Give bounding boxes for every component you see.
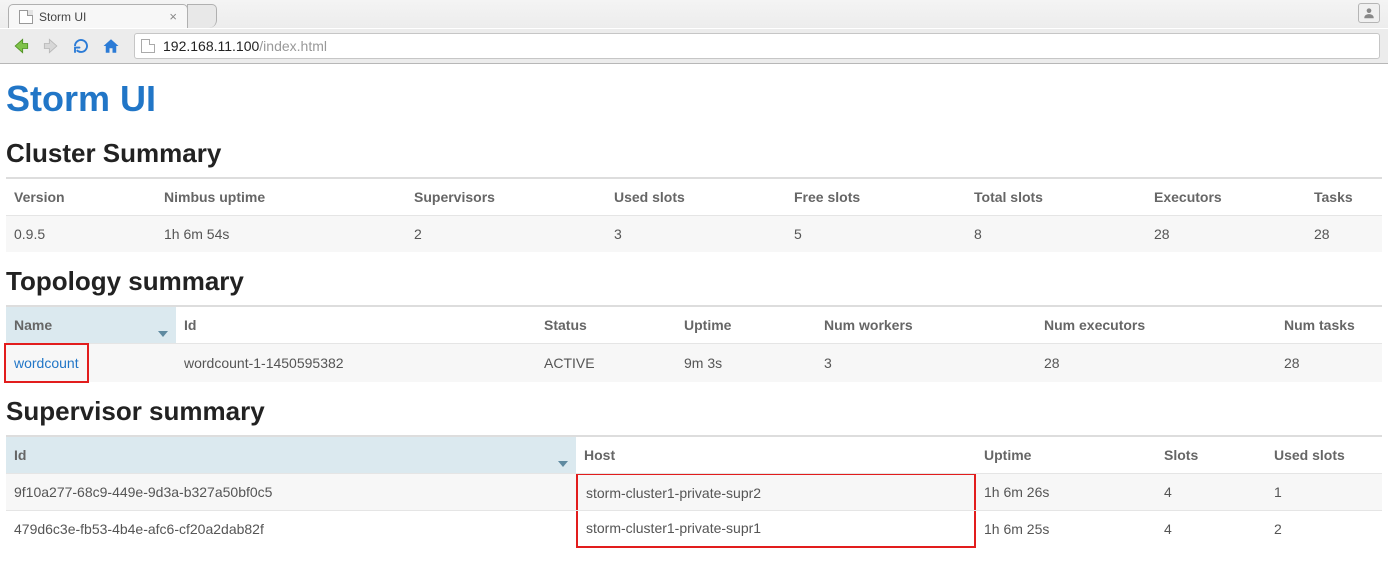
col-name[interactable]: Name	[6, 306, 176, 344]
cell-executors: 28	[1036, 344, 1276, 383]
cluster-summary-heading: Cluster Summary	[6, 138, 1382, 169]
cell-host: storm-cluster1-private-supr1	[576, 511, 976, 548]
cell-id: 9f10a277-68c9-449e-9d3a-b327a50bf0c5	[6, 474, 576, 511]
col-executors[interactable]: Num executors	[1036, 306, 1276, 344]
col-status[interactable]: Status	[536, 306, 676, 344]
col-host[interactable]: Host	[576, 436, 976, 474]
cell-uptime: 1h 6m 25s	[976, 511, 1156, 548]
page-icon	[141, 39, 155, 53]
col-uptime[interactable]: Uptime	[976, 436, 1156, 474]
cell-nimbus-uptime: 1h 6m 54s	[156, 216, 406, 253]
cell-slots: 4	[1156, 474, 1266, 511]
cell-used: 1	[1266, 474, 1382, 511]
cell-used: 2	[1266, 511, 1382, 548]
cell-workers: 3	[816, 344, 1036, 383]
cell-slots: 4	[1156, 511, 1266, 548]
cell-used-slots: 3	[606, 216, 786, 253]
col-slots[interactable]: Slots	[1156, 436, 1266, 474]
back-button[interactable]	[8, 34, 34, 58]
cell-uptime: 9m 3s	[676, 344, 816, 383]
supervisor-summary-table: Id Host Uptime Slots Used slots 9f10a277…	[6, 435, 1382, 547]
tab-strip: Storm UI ×	[0, 0, 1388, 28]
table-row: 479d6c3e-fb53-4b4e-afc6-cf20a2dab82f sto…	[6, 511, 1382, 548]
col-uptime[interactable]: Uptime	[676, 306, 816, 344]
url-bar[interactable]: 192.168.11.100/index.html	[134, 33, 1380, 59]
cell-version: 0.9.5	[6, 216, 156, 253]
cell-tasks: 28	[1306, 216, 1382, 253]
cell-host: storm-cluster1-private-supr2	[576, 474, 976, 511]
page-icon	[19, 10, 33, 24]
cell-tasks: 28	[1276, 344, 1382, 383]
col-version[interactable]: Version	[6, 178, 156, 216]
cell-supervisors: 2	[406, 216, 606, 253]
col-used-slots[interactable]: Used slots	[1266, 436, 1382, 474]
table-row: 0.9.5 1h 6m 54s 2 3 5 8 28 28	[6, 216, 1382, 253]
supervisor-summary-heading: Supervisor summary	[6, 396, 1382, 427]
url-host: 192.168.11.100	[163, 38, 259, 54]
col-used-slots[interactable]: Used slots	[606, 178, 786, 216]
col-tasks[interactable]: Num tasks	[1276, 306, 1382, 344]
cell-id: 479d6c3e-fb53-4b4e-afc6-cf20a2dab82f	[6, 511, 576, 548]
home-button[interactable]	[98, 34, 124, 58]
tab-title: Storm UI	[39, 10, 86, 24]
cell-total-slots: 8	[966, 216, 1146, 253]
sort-desc-icon	[558, 461, 568, 467]
col-executors[interactable]: Executors	[1146, 178, 1306, 216]
topology-summary-table: Name Id Status Uptime Num workers Num ex…	[6, 305, 1382, 382]
cell-name: wordcount	[6, 344, 176, 383]
col-tasks[interactable]: Tasks	[1306, 178, 1382, 216]
tab-close-icon[interactable]: ×	[169, 9, 177, 24]
topology-summary-heading: Topology summary	[6, 266, 1382, 297]
cell-free-slots: 5	[786, 216, 966, 253]
nav-toolbar: 192.168.11.100/index.html	[0, 28, 1388, 63]
col-supervisors[interactable]: Supervisors	[406, 178, 606, 216]
cell-status: ACTIVE	[536, 344, 676, 383]
forward-button[interactable]	[38, 34, 64, 58]
browser-tab[interactable]: Storm UI ×	[8, 4, 188, 28]
topology-link[interactable]: wordcount	[14, 355, 79, 371]
col-total-slots[interactable]: Total slots	[966, 178, 1146, 216]
col-id[interactable]: Id	[176, 306, 536, 344]
table-row: wordcount wordcount-1-1450595382 ACTIVE …	[6, 344, 1382, 383]
reload-button[interactable]	[68, 34, 94, 58]
col-free-slots[interactable]: Free slots	[786, 178, 966, 216]
page-title: Storm UI	[6, 78, 1382, 120]
new-tab-button[interactable]	[187, 4, 217, 28]
cell-id: wordcount-1-1450595382	[176, 344, 536, 383]
user-menu-icon[interactable]	[1358, 3, 1380, 23]
url-path: /index.html	[259, 38, 327, 54]
browser-chrome: Storm UI × 192.168.11.100/index.html	[0, 0, 1388, 64]
cell-uptime: 1h 6m 26s	[976, 474, 1156, 511]
sort-desc-icon	[158, 331, 168, 337]
col-workers[interactable]: Num workers	[816, 306, 1036, 344]
cell-executors: 28	[1146, 216, 1306, 253]
page-body: Storm UI Cluster Summary Version Nimbus …	[0, 64, 1388, 565]
col-nimbus-uptime[interactable]: Nimbus uptime	[156, 178, 406, 216]
col-id[interactable]: Id	[6, 436, 576, 474]
cluster-summary-table: Version Nimbus uptime Supervisors Used s…	[6, 177, 1382, 252]
table-row: 9f10a277-68c9-449e-9d3a-b327a50bf0c5 sto…	[6, 474, 1382, 511]
